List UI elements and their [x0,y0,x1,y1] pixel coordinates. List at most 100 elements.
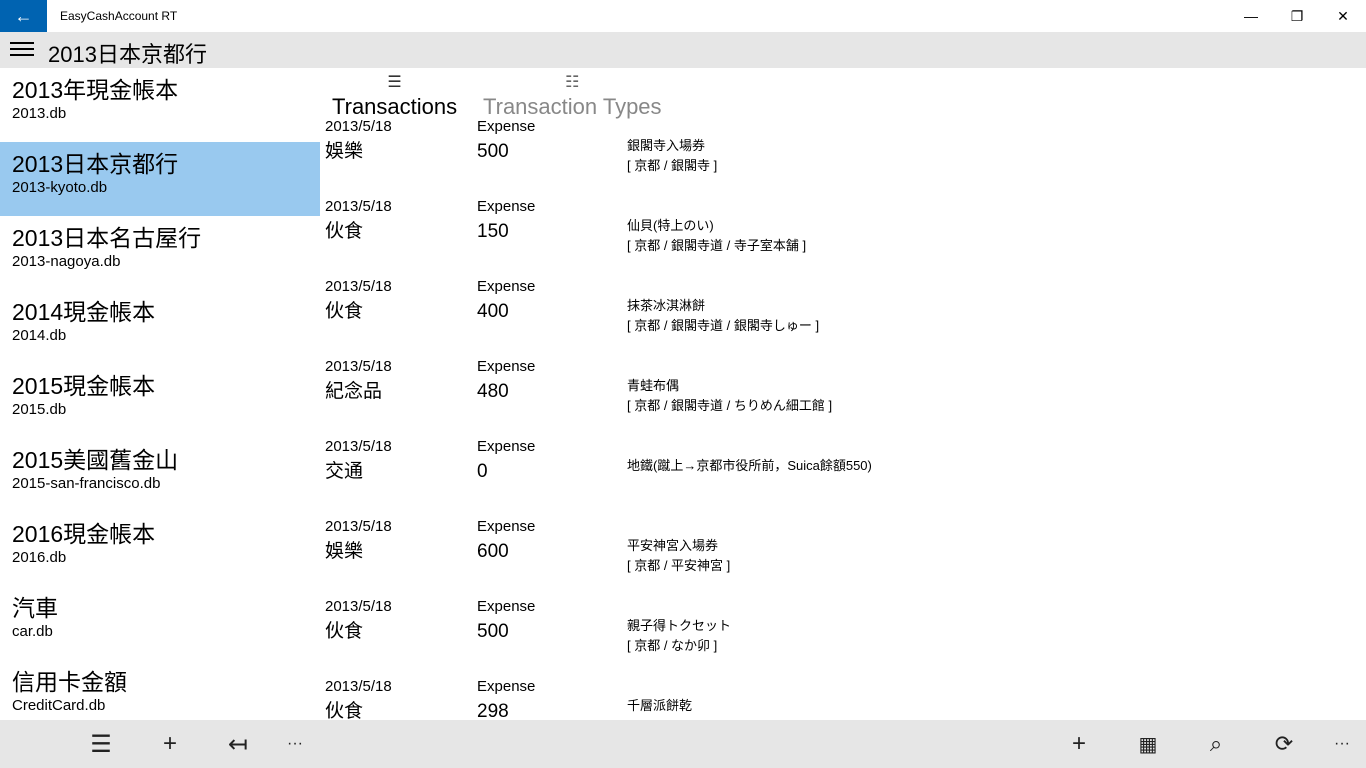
transaction-row[interactable]: 2013/5/18 交通 Expense 0 地鐵(蹴上→京都市役所前，Suica餘… [325,438,1225,518]
sidebar: 2013年現金帳本 2013.db 2013日本京都行 2013-kyoto.db 20… [0,68,320,720]
account-file: 2015-san-francisco.db [12,475,161,492]
transaction-type: Expense [477,118,536,135]
list-icon: ☰ [387,74,402,91]
calendar-icon[interactable]: ▦ [1128,728,1168,760]
back-button[interactable]: ← [0,0,47,32]
transaction-note: 平安神宮入場券 [627,538,719,553]
hamburger-menu-icon[interactable] [10,42,34,58]
sidebar-item[interactable]: 2015現金帳本 2015.db [0,364,320,438]
transaction-row[interactable]: 2013/5/18 娛樂 Expense 600 平安神宮入場券 [ 京都 / 平安神… [325,518,1225,598]
sidebar-item[interactable]: 2016現金帳本 2016.db [0,512,320,586]
search-icon[interactable]: ⌕ [1196,728,1236,760]
transaction-category: 娛樂 [325,541,364,562]
refresh-icon[interactable]: ⟳ [1264,728,1304,760]
account-name: 2015現金帳本 [12,373,156,399]
sidebar-item[interactable]: 信用卡金額 CreditCard.db [0,660,320,720]
sidebar-item[interactable]: 2014現金帳本 2014.db [0,290,320,364]
account-file: CreditCard.db [12,697,106,714]
transaction-row[interactable]: 2013/5/18 伙食 Expense 298 千層派餅乾 [325,678,1225,720]
transaction-note: 地鐵(蹴上→京都市役所前，Suica餘額550) [627,458,872,473]
tab-transactions[interactable]: ☰ Transactions [332,72,457,120]
command-bar: ☰ + ↤ ··· + ▦ ⌕ ⟳ ··· [0,720,1366,768]
transaction-path: [ 京都 / なか卯 ] [627,638,718,653]
transaction-amount: 600 [477,541,509,562]
minimize-button[interactable]: — [1228,0,1274,32]
transaction-type: Expense [477,198,536,215]
sidebar-item[interactable]: 2013日本京都行 2013-kyoto.db [0,142,320,216]
back-arrow-icon: ← [14,5,33,26]
more-icon[interactable]: ··· [275,728,315,760]
more-icon[interactable]: ··· [1322,728,1362,760]
checklist-icon: ☷ [565,74,580,91]
transaction-note: 青蛙布偶 [627,378,680,393]
transaction-amount: 298 [477,701,509,720]
back-arrow-icon[interactable]: ↤ [218,728,258,760]
account-name: 汽車 [12,595,58,621]
close-button[interactable]: ✕ [1320,0,1366,32]
account-file: car.db [12,623,53,640]
transaction-category: 娛樂 [325,141,364,162]
transaction-date: 2013/5/18 [325,438,392,455]
main-content: ☰ Transactions ☷ Transaction Types 2013/… [320,68,1366,720]
sidebar-item[interactable]: 汽車 car.db [0,586,320,660]
transaction-note: 仙貝(特上のい) [627,218,714,233]
transaction-amount: 400 [477,301,509,322]
transaction-row[interactable]: 2013/5/18 紀念品 Expense 480 青蛙布偶 [ 京都 / 銀閣寺道 … [325,358,1225,438]
transaction-amount: 500 [477,141,509,162]
header: 2013日本京都行 [0,32,1366,68]
transaction-date: 2013/5/18 [325,358,392,375]
account-file: 2013-nagoya.db [12,253,121,270]
tab-transaction-types[interactable]: ☷ Transaction Types [483,72,662,120]
transaction-path: [ 京都 / 銀閣寺 ] [627,158,718,173]
sidebar-item[interactable]: 2013年現金帳本 2013.db [0,68,320,142]
transaction-date: 2013/5/18 [325,118,392,135]
transaction-category: 伙食 [325,221,364,242]
tab-label: Transaction Types [483,94,662,119]
transaction-path: [ 京都 / 平安神宮 ] [627,558,731,573]
add-icon[interactable]: + [150,728,190,760]
account-name: 2013日本京都行 [12,151,179,177]
sidebar-item[interactable]: 2015美國舊金山 2015-san-francisco.db [0,438,320,512]
transaction-amount: 500 [477,621,509,642]
account-name: 信用卡金額 [12,669,127,695]
account-name: 2015美國舊金山 [12,447,179,473]
account-file: 2015.db [12,401,67,418]
transaction-note: 抹茶冰淇淋餅 [627,298,706,313]
transaction-type: Expense [477,278,536,295]
page-title: 2013日本京都行 [48,42,207,67]
tab-label: Transactions [332,94,458,119]
sidebar-item[interactable]: 2013日本名古屋行 2013-nagoya.db [0,216,320,290]
transaction-type: Expense [477,358,536,375]
transaction-date: 2013/5/18 [325,198,392,215]
account-file: 2014.db [12,327,67,344]
account-name: 2013年現金帳本 [12,77,179,103]
transaction-date: 2013/5/18 [325,518,392,535]
account-name: 2013日本名古屋行 [12,225,202,251]
account-name: 2014現金帳本 [12,299,156,325]
account-file: 2016.db [12,549,67,566]
transaction-category: 紀念品 [325,381,383,402]
transaction-category: 伙食 [325,701,364,720]
app-title: EasyCashAccount RT [60,9,178,23]
transaction-row[interactable]: 2013/5/18 伙食 Expense 150 仙貝(特上のい) [ 京都 / 銀閣… [325,198,1225,278]
transaction-type: Expense [477,598,536,615]
transaction-type: Expense [477,518,536,535]
restore-button[interactable]: ❐ [1274,0,1320,32]
transaction-note: 銀閣寺入場券 [627,138,706,153]
transaction-category: 伙食 [325,301,364,322]
transaction-date: 2013/5/18 [325,278,392,295]
transaction-amount: 0 [477,461,488,482]
account-name: 2016現金帳本 [12,521,156,547]
transaction-row[interactable]: 2013/5/18 伙食 Expense 500 親子得トクセット [ 京都 / なか… [325,598,1225,678]
list-icon[interactable]: ☰ [81,728,121,760]
transaction-row[interactable]: 2013/5/18 伙食 Expense 400 抹茶冰淇淋餅 [ 京都 / 銀閣寺道… [325,278,1225,358]
transaction-type: Expense [477,678,536,695]
account-file: 2013-kyoto.db [12,179,108,196]
title-bar: ← EasyCashAccount RT — ❐ ✕ [0,0,1366,32]
transaction-note: 親子得トクセット [627,618,732,633]
transaction-type: Expense [477,438,536,455]
transaction-note: 千層派餅乾 [627,698,693,713]
transaction-row[interactable]: 2013/5/18 娛樂 Expense 500 銀閣寺入場券 [ 京都 / 銀閣寺 … [325,118,1225,198]
add-icon[interactable]: + [1059,728,1099,760]
transaction-category: 交通 [325,461,364,482]
